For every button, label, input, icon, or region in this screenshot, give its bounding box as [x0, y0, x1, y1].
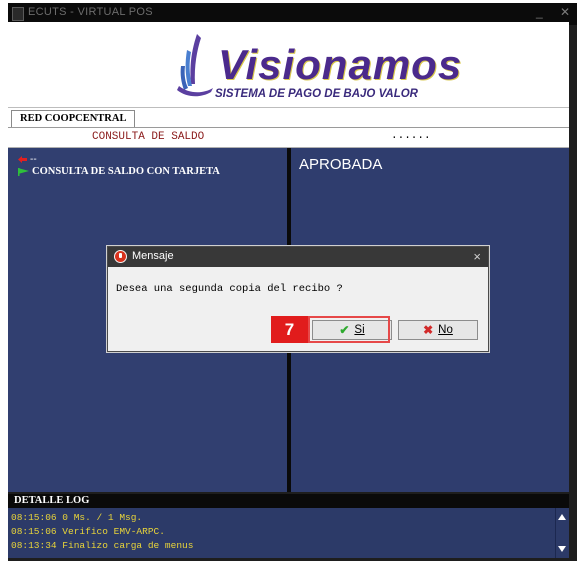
menu-item-consulta-saldo[interactable]: CONSULTA DE SALDO CON TARJETA	[18, 166, 220, 177]
log-line: 08:13:34 Finalizo carga de menus	[11, 540, 194, 551]
step-highlight-box	[308, 316, 390, 343]
progress-dots: ......	[391, 130, 431, 142]
tab-bar: RED COOPCENTRAL	[8, 108, 569, 128]
x-mark-icon: ✖	[423, 323, 434, 337]
window-title: ECUTS - VIRTUAL POS	[28, 6, 153, 18]
visionamos-logo-icon	[177, 34, 213, 97]
operation-bar: CONSULTA DE SALDO ......	[8, 128, 569, 148]
log-panel: 08:15:06 0 Ms. / 1 Msg. 08:15:06 Verific…	[8, 508, 569, 558]
scroll-up-icon[interactable]	[558, 514, 566, 520]
alert-icon	[114, 250, 127, 263]
scroll-down-icon[interactable]	[558, 546, 566, 552]
minimize-button[interactable]: _	[536, 5, 543, 19]
tab-red-coopcentral[interactable]: RED COOPCENTRAL	[11, 110, 136, 127]
menu-item-label: CONSULTA DE SALDO CON TARJETA	[32, 166, 220, 177]
dialog-titlebar[interactable]: Mensaje ×	[108, 247, 488, 267]
no-button[interactable]: ✖ No	[398, 320, 478, 340]
logo-panel: Visionamos SISTEMA DE PAGO DE BAJO VALOR	[8, 22, 569, 108]
dialog-title: Mensaje	[132, 250, 174, 262]
log-scrollbar[interactable]	[555, 508, 569, 558]
log-line: 08:15:06 0 Ms. / 1 Msg.	[11, 512, 143, 523]
green-flag-icon	[18, 167, 29, 176]
transaction-status: APROBADA	[299, 156, 383, 173]
operation-title: CONSULTA DE SALDO	[92, 131, 205, 143]
dialog-message: Desea una segunda copia del recibo ?	[116, 283, 343, 295]
app-icon	[12, 7, 24, 21]
log-line: 08:15:06 Verifico EMV-ARPC.	[11, 526, 165, 537]
no-label: No	[438, 324, 453, 336]
brand-tagline: SISTEMA DE PAGO DE BAJO VALOR	[215, 88, 418, 100]
dialog-close-button[interactable]: ×	[473, 249, 481, 264]
close-button[interactable]: ✕	[560, 5, 570, 19]
red-arrow-icon	[18, 155, 27, 163]
menu-back-item[interactable]: --	[18, 154, 37, 165]
brand-logo-text: Visionamos	[218, 41, 463, 88]
menu-back-label: --	[30, 154, 37, 165]
step-number-badge: 7	[271, 316, 308, 343]
log-header: DETALLE LOG	[8, 494, 569, 508]
